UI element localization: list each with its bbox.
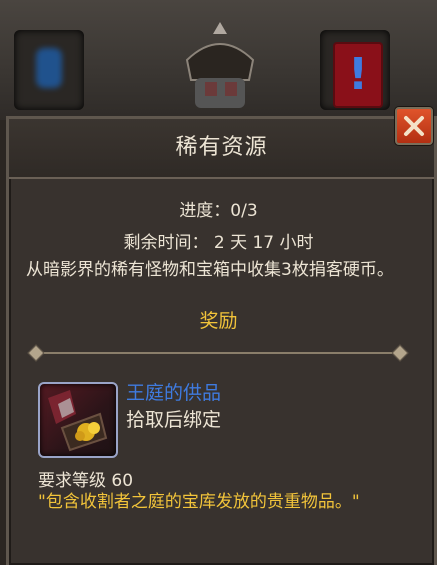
time-remaining-text: 剩余时间： 2 天 17 小时: [123, 233, 314, 253]
background-slot-left: [14, 30, 84, 110]
reward-item-bind-text: 拾取后绑定: [126, 409, 222, 431]
close-button[interactable]: [395, 107, 433, 145]
progress-text: 进度：0/3: [179, 201, 258, 221]
item-flavor-text: "包含收割者之庭的宝库发放的贵重物品。": [38, 492, 360, 512]
required-level-text: 要求等级 60: [38, 471, 134, 491]
quest-description: 从暗影界的稀有怪物和宝箱中收集3枚捐客硬币。: [26, 260, 394, 280]
exclamation-icon: !: [333, 42, 383, 108]
offering-chest-icon[interactable]: [38, 382, 118, 458]
panel-title: 稀有资源: [9, 119, 434, 179]
rewards-header: 奖励: [199, 310, 238, 332]
helmet-icon: [185, 22, 255, 108]
background-scene: !: [0, 0, 437, 120]
section-divider: [27, 344, 409, 362]
reward-item-name[interactable]: 王庭的供品: [126, 378, 221, 405]
close-x-icon: [404, 116, 424, 136]
